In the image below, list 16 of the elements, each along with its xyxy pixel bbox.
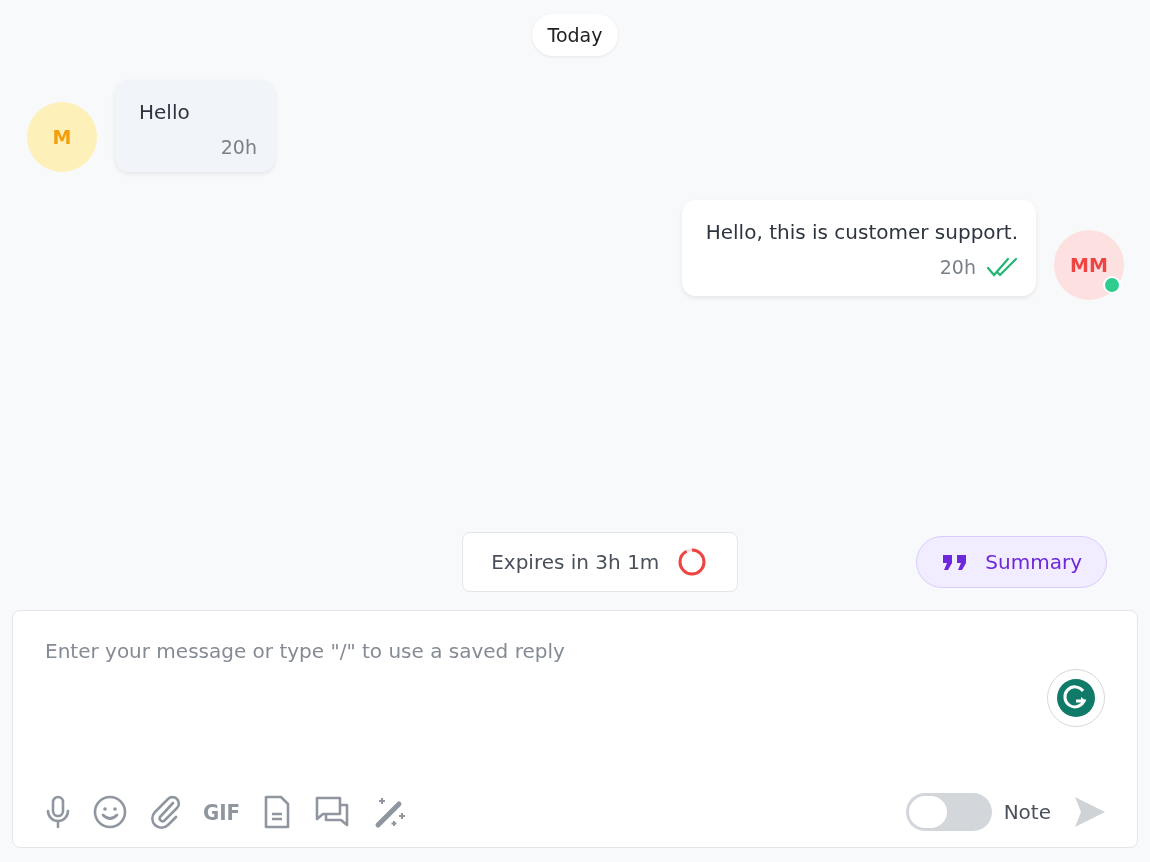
- avatar: M: [27, 102, 97, 172]
- message-text: Hello: [139, 100, 191, 124]
- message-text: Hello, this is customer support.: [705, 220, 1018, 244]
- note-label: Note: [1003, 800, 1051, 824]
- note-toggle[interactable]: [905, 793, 992, 831]
- emoji-icon[interactable]: [93, 795, 127, 829]
- chat-bubbles-icon[interactable]: [314, 795, 351, 829]
- send-icon[interactable]: [1073, 795, 1107, 829]
- avatar: MM: [1054, 230, 1124, 300]
- microphone-icon[interactable]: [45, 795, 71, 829]
- paperclip-icon[interactable]: [149, 795, 181, 829]
- summary-button[interactable]: Summary: [916, 536, 1107, 588]
- message-time: 20h: [939, 256, 976, 278]
- expiry-text: Expires in 3h 1m: [491, 550, 660, 574]
- date-divider: Today: [531, 14, 619, 56]
- message-time: 20h: [220, 136, 257, 158]
